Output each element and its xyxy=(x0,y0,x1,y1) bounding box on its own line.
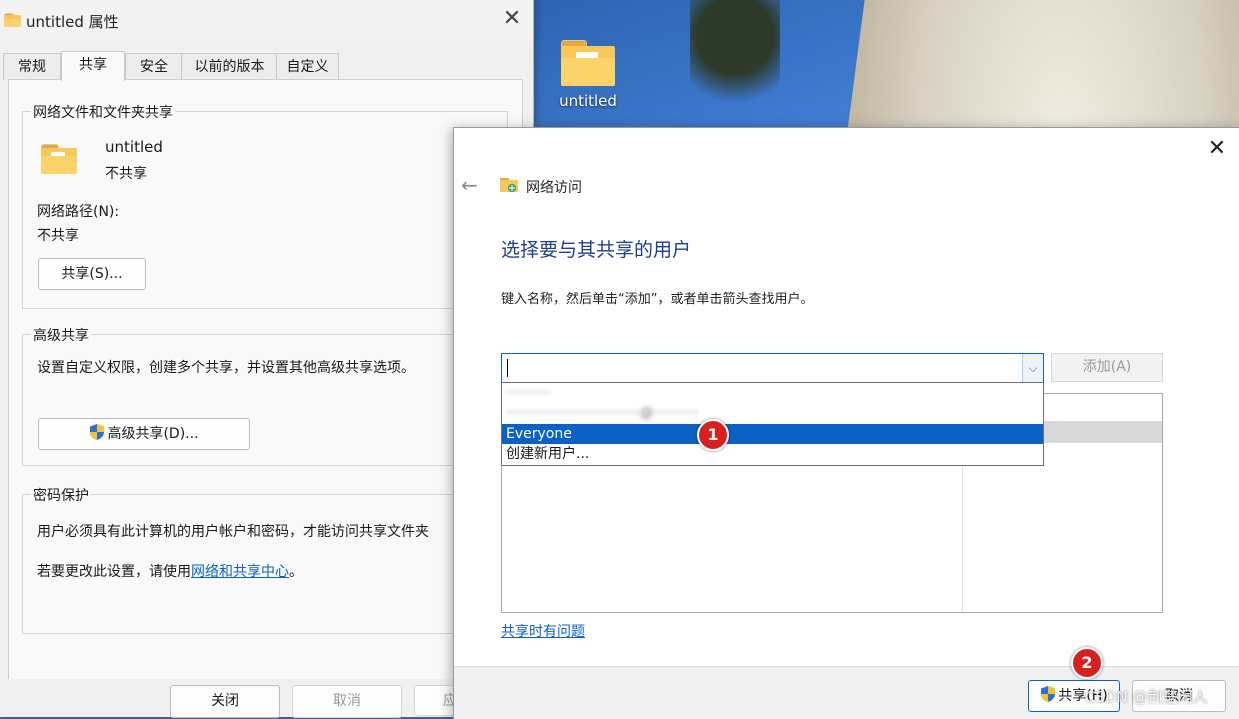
dropdown-item-blurred[interactable]: ······························@·········… xyxy=(502,403,1043,423)
sharing-trouble-link[interactable]: 共享时有问题 xyxy=(501,621,585,641)
uac-shield-icon xyxy=(90,424,105,440)
close-icon[interactable]: ✕ xyxy=(501,8,523,30)
folder-icon xyxy=(561,40,615,86)
tab-sharing[interactable]: 共享 xyxy=(61,51,125,81)
dialog-instruction: 键入名称，然后单击“添加”，或者单击箭头查找用户。 xyxy=(501,292,814,307)
tab-previous-versions[interactable]: 以前的版本 xyxy=(181,53,278,80)
network-access-dialog: ✕ ← 网络访问 选择要与其共享的用户 键入名称，然后单击“添加”，或者单击箭头… xyxy=(453,127,1239,719)
password-description: 用户必须具有此计算机的用户帐户和密码，才能访问共享文件夹 xyxy=(37,524,429,540)
network-path-label: 网络路径(N): xyxy=(37,204,120,220)
cancel-button[interactable]: 取消 xyxy=(292,685,402,718)
group-title: 网络文件和文件夹共享 xyxy=(31,102,175,122)
desktop-icon-label: untitled xyxy=(559,92,617,110)
folder-name: untitled xyxy=(105,138,163,156)
network-sharing-group: 网络文件和文件夹共享 untitled 不共享 网络路径(N): 不共享 共享(… xyxy=(22,102,508,309)
dialog-title: 网络访问 xyxy=(526,180,582,196)
tab-security[interactable]: 安全 xyxy=(125,53,183,80)
user-dropdown-list[interactable]: ·········· ·····························… xyxy=(501,382,1044,466)
password-change-hint: 若要更改此设置，请使用网络和共享中心。 xyxy=(37,561,303,581)
dialog-heading: 选择要与其共享的用户 xyxy=(501,239,692,261)
add-button[interactable]: 添加(A) xyxy=(1051,353,1163,382)
uac-shield-icon xyxy=(1041,686,1056,702)
tab-customize[interactable]: 自定义 xyxy=(276,53,339,80)
text-caret xyxy=(507,359,508,377)
share-state: 不共享 xyxy=(105,166,147,182)
tab-general[interactable]: 常规 xyxy=(3,53,61,80)
window-title: untitled 属性 xyxy=(26,13,119,31)
annotation-badge-2: 2 xyxy=(1071,647,1103,679)
user-name-combobox[interactable]: ⌵ xyxy=(501,353,1044,384)
watermark: CSDN @荆楚闲人 xyxy=(1085,688,1208,706)
share-button[interactable]: 共享(S)... xyxy=(38,258,146,290)
change-prefix: 若要更改此设置，请使用 xyxy=(37,564,191,580)
chevron-down-icon[interactable]: ⌵ xyxy=(1022,354,1043,383)
advanced-sharing-button[interactable]: 高级共享(D)... xyxy=(38,418,250,450)
close-button[interactable]: 关闭 xyxy=(170,685,280,718)
properties-titlebar: untitled 属性 ✕ xyxy=(0,0,533,40)
desktop-folder-untitled[interactable]: untitled xyxy=(556,40,620,110)
advanced-sharing-group: 高级共享 设置自定义权限，创建多个共享，并设置其他高级共享选项。 高级共享(D)… xyxy=(22,325,508,466)
group-title: 密码保护 xyxy=(31,485,91,505)
annotation-badge-1: 1 xyxy=(697,419,729,451)
folder-icon xyxy=(4,13,21,27)
network-sharing-center-link[interactable]: 网络和共享中心 xyxy=(191,564,289,580)
wallpaper-tree xyxy=(690,0,780,120)
change-suffix: 。 xyxy=(289,564,303,580)
dropdown-item-blurred[interactable]: ·········· xyxy=(502,383,1043,403)
advanced-sharing-description: 设置自定义权限，创建多个共享，并设置其他高级共享选项。 xyxy=(37,360,415,376)
sharing-tab-page: 网络文件和文件夹共享 untitled 不共享 网络路径(N): 不共享 共享(… xyxy=(8,79,523,681)
network-path-value: 不共享 xyxy=(37,228,79,244)
close-icon[interactable]: ✕ xyxy=(1205,136,1229,161)
password-protection-group: 密码保护 用户必须具有此计算机的用户帐户和密码，才能访问共享文件夹 若要更改此设… xyxy=(22,485,508,634)
advanced-sharing-button-label: 高级共享(D)... xyxy=(107,426,199,442)
network-folder-icon xyxy=(500,178,518,192)
folder-icon xyxy=(41,144,77,174)
dropdown-item-everyone[interactable]: Everyone xyxy=(502,424,1043,444)
dropdown-item-create-user[interactable]: 创建新用户... xyxy=(502,444,1043,464)
back-arrow-icon[interactable]: ← xyxy=(461,173,478,197)
group-title: 高级共享 xyxy=(31,325,91,345)
tab-strip: 常规 共享 安全 以前的版本 自定义 xyxy=(0,51,533,81)
